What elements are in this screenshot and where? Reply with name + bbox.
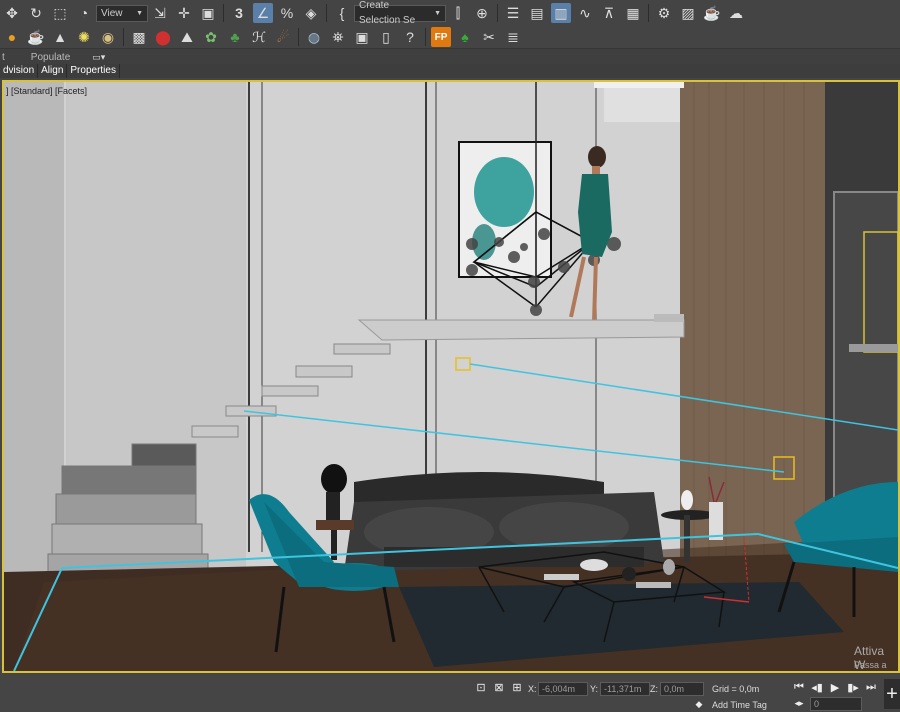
curve-editor-icon[interactable]: ∿ bbox=[575, 3, 595, 23]
sun-icon[interactable]: ✺ bbox=[74, 27, 94, 47]
toolbar-separator bbox=[648, 4, 649, 22]
selection-set-label: Create Selection Se bbox=[359, 0, 416, 26]
scene-explorer-icon[interactable]: ▤ bbox=[527, 3, 547, 23]
play-icon[interactable]: ▶ bbox=[828, 680, 842, 694]
frame-nav-icon[interactable]: ◂▸ bbox=[792, 696, 806, 710]
link-icon[interactable]: ◔ bbox=[74, 3, 94, 23]
ribbon-item-populate[interactable]: Populate bbox=[31, 52, 70, 63]
frame-icon[interactable]: ▣ bbox=[352, 27, 372, 47]
tree-icon[interactable]: ♣ bbox=[225, 27, 245, 47]
select-region-icon[interactable]: ⬚ bbox=[50, 3, 70, 23]
render-setup-icon[interactable]: ⚙ bbox=[654, 3, 674, 23]
fp-icon[interactable]: FP bbox=[431, 27, 451, 47]
tab-align[interactable]: Align bbox=[38, 64, 68, 78]
selection-set-dropdown[interactable]: Create Selection Se ▼ bbox=[354, 0, 446, 26]
render-cloud-icon[interactable]: ☁ bbox=[726, 3, 746, 23]
script-icon[interactable]: ▯ bbox=[376, 27, 396, 47]
add-time-tag[interactable]: Add Time Tag bbox=[712, 700, 767, 710]
tab-subdivision[interactable]: dvision bbox=[0, 64, 39, 78]
chevron-down-icon: ▼ bbox=[136, 9, 143, 17]
wood-column bbox=[680, 82, 825, 572]
current-frame-field[interactable]: 0 bbox=[810, 697, 862, 711]
x-label: X: bbox=[528, 684, 537, 694]
named-selection-icon[interactable]: { bbox=[332, 3, 352, 23]
lock-selection-icon[interactable]: ⊠ bbox=[492, 680, 506, 694]
toolbar-separator bbox=[326, 4, 327, 22]
teapot-icon[interactable]: ☕ bbox=[26, 27, 46, 47]
panel-tabs: dvision Align Properties bbox=[0, 64, 900, 78]
tools-icon[interactable]: ✂ bbox=[479, 27, 499, 47]
angle-snap-icon[interactable]: ∠ bbox=[253, 3, 273, 23]
snap3-icon[interactable]: 3 bbox=[229, 3, 249, 23]
scatter-icon[interactable]: ⛰ bbox=[177, 27, 197, 47]
render-sphere-icon[interactable]: ◍ bbox=[304, 27, 324, 47]
spinner-snap-icon[interactable]: ◈ bbox=[301, 3, 321, 23]
perspective-viewport[interactable]: ] [Standard] [Facets] Attiva W Passa a bbox=[2, 80, 900, 673]
grid-size: Grid = 0,0m bbox=[712, 684, 760, 694]
align-icon[interactable]: ⊕ bbox=[472, 3, 492, 23]
ribbon-bar: t Populate ▭▾ bbox=[0, 48, 900, 65]
activation-watermark-line2: Passa a Im bbox=[854, 660, 887, 671]
list-icon[interactable]: ≣ bbox=[503, 27, 523, 47]
time-tag-icon[interactable]: ◆ bbox=[692, 697, 706, 711]
absolute-mode-icon[interactable]: ⊞ bbox=[510, 680, 524, 694]
forest-icon[interactable]: ♠ bbox=[455, 27, 475, 47]
viewport-scene bbox=[4, 82, 898, 671]
toolbar-separator bbox=[497, 4, 498, 22]
rendered-frame-icon[interactable]: ▨ bbox=[678, 3, 698, 23]
y-field[interactable]: -11,371m bbox=[600, 682, 650, 696]
z-field[interactable]: 0,0m bbox=[660, 682, 704, 696]
cloth-icon[interactable]: ☄ bbox=[273, 27, 293, 47]
view-dropdown-label: View bbox=[101, 7, 123, 19]
light-icon[interactable]: ◉ bbox=[98, 27, 118, 47]
undo-icon[interactable]: ↻ bbox=[26, 3, 46, 23]
move-icon[interactable]: ✥ bbox=[2, 3, 22, 23]
status-bar: ⊡ ⊠ ⊞ X: -6,004m Y: -11,371m Z: 0,0m Gri… bbox=[0, 673, 900, 712]
ribbon-item-t[interactable]: t bbox=[2, 52, 5, 63]
toolbar-separator bbox=[123, 28, 124, 46]
toolbar-separator bbox=[425, 28, 426, 46]
material-editor-icon[interactable]: ▦ bbox=[623, 3, 643, 23]
go-to-end-icon[interactable]: ⏭ bbox=[864, 680, 878, 694]
sphere-icon[interactable]: ● bbox=[2, 27, 22, 47]
next-frame-icon[interactable]: ▮▸ bbox=[846, 680, 860, 694]
ribbon-options-icon[interactable]: ▭▾ bbox=[92, 52, 105, 63]
help-icon[interactable]: ? bbox=[400, 27, 420, 47]
scale-icon[interactable]: ▣ bbox=[198, 3, 218, 23]
chevron-down-icon: ▼ bbox=[434, 9, 441, 17]
y-label: Y: bbox=[590, 684, 599, 694]
tab-properties[interactable]: Properties bbox=[67, 64, 120, 78]
move-gizmo-icon[interactable]: ✛ bbox=[174, 3, 194, 23]
toolbar-separator bbox=[223, 4, 224, 22]
hair-icon[interactable]: ℋ bbox=[249, 27, 269, 47]
schematic-view-icon[interactable]: ⊼ bbox=[599, 3, 619, 23]
x-field[interactable]: -6,004m bbox=[538, 682, 588, 696]
percent-snap-icon[interactable]: % bbox=[277, 3, 297, 23]
viewport-label[interactable]: ] [Standard] [Facets] bbox=[6, 86, 87, 96]
z-label: Z: bbox=[650, 684, 658, 694]
grid-icon[interactable]: ▩ bbox=[129, 27, 149, 47]
secondary-toolbar: ● ☕ ▲ ✺ ◉ ▩ ⬤ ⛰ ✿ ♣ ℋ ☄ ◍ ⛯ ▣ ▯ ? FP ♠ ✂… bbox=[0, 26, 900, 48]
sun-settings-icon[interactable]: ⛯ bbox=[328, 27, 348, 47]
render-icon[interactable]: ☕ bbox=[702, 3, 722, 23]
main-toolbar: ✥ ↻ ⬚ ◔ View ▼ ⇲ ✛ ▣ 3 ∠ % ◈ { Create Sel… bbox=[0, 0, 900, 27]
ribbon-toggle-icon[interactable]: ▥ bbox=[551, 3, 571, 23]
toolbar-separator bbox=[298, 28, 299, 46]
go-to-start-icon[interactable]: ⏮ bbox=[792, 680, 806, 694]
isolate-icon[interactable]: ⊡ bbox=[474, 680, 488, 694]
select-object-icon[interactable]: ⇲ bbox=[150, 3, 170, 23]
layer-manager-icon[interactable]: ☰ bbox=[503, 3, 523, 23]
plant-icon[interactable]: ✿ bbox=[201, 27, 221, 47]
cone-icon[interactable]: ▲ bbox=[50, 27, 70, 47]
spheres-icon[interactable]: ⬤ bbox=[153, 27, 173, 47]
previous-frame-icon[interactable]: ◂▮ bbox=[810, 680, 824, 694]
add-key-button[interactable]: + bbox=[884, 679, 900, 709]
view-dropdown[interactable]: View ▼ bbox=[96, 4, 148, 22]
mirror-icon[interactable]: ⫿ bbox=[448, 3, 468, 23]
